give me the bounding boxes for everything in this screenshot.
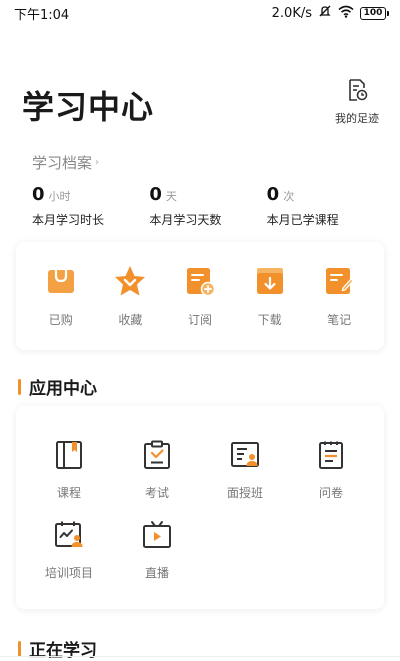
- stat-value: 0: [149, 184, 162, 205]
- quick-label: 已购: [48, 312, 73, 327]
- app-item-survey[interactable]: 问卷: [290, 440, 372, 501]
- quick-item-purchased[interactable]: 已购: [31, 265, 91, 328]
- archive-title-link[interactable]: 学习档案 ›: [32, 152, 99, 173]
- app-center-card: 课程 考试 面授班 问卷 培训项目 直播: [16, 406, 384, 609]
- status-bar: 下午1:04 2.0K/s 100: [0, 0, 400, 26]
- live-tv-icon: [142, 520, 172, 554]
- chevron-right-icon: ›: [95, 157, 100, 168]
- section-title: 正在学习: [29, 641, 97, 661]
- stat-unit: 天: [165, 190, 177, 203]
- status-time: 下午1:04: [14, 7, 70, 23]
- exam-icon: [143, 440, 171, 474]
- app-item-exam[interactable]: 考试: [116, 440, 198, 501]
- bottom-divider: [0, 656, 400, 657]
- learning-now-header: 正在学习: [18, 636, 97, 661]
- section-accent-bar: [18, 378, 21, 395]
- app-item-training[interactable]: 培训项目: [28, 520, 110, 581]
- survey-icon: [317, 440, 345, 474]
- archive-title: 学习档案: [32, 154, 93, 172]
- wifi-icon: [338, 5, 354, 22]
- status-icons: 2.0K/s 100: [271, 4, 389, 22]
- app-label: 培训项目: [44, 566, 93, 580]
- section-accent-bar: [18, 640, 21, 657]
- quick-actions-card: 已购 收藏 订阅 下载 笔记: [16, 242, 384, 350]
- archive-stats: 0 小时 本月学习时长 0 天 本月学习天数 0 次 本月已学课程: [32, 184, 384, 228]
- quick-item-download[interactable]: 下载: [240, 265, 300, 328]
- quick-item-subscribe[interactable]: 订阅: [170, 265, 230, 328]
- section-title: 应用中心: [29, 379, 97, 399]
- page-title: 学习中心: [22, 88, 155, 126]
- header: 学习中心 我的足迹: [0, 70, 400, 130]
- training-icon: [54, 520, 84, 554]
- stat-label: 本月学习时长: [32, 213, 105, 227]
- footprint-icon: [346, 78, 368, 106]
- footprint-button[interactable]: 我的足迹: [332, 78, 382, 126]
- stat-study-hours: 0 小时 本月学习时长: [32, 184, 149, 228]
- classroom-icon: [230, 440, 260, 474]
- battery-icon: 100: [360, 6, 389, 20]
- quick-label: 收藏: [118, 312, 143, 327]
- footprint-label: 我的足迹: [335, 112, 379, 125]
- stat-unit: 小时: [48, 190, 71, 203]
- app-item-classroom[interactable]: 面授班: [204, 440, 286, 501]
- quick-label: 订阅: [187, 312, 212, 327]
- book-icon: [55, 440, 83, 474]
- stat-label: 本月已学课程: [266, 213, 339, 227]
- app-center-header: 应用中心: [18, 374, 97, 399]
- mute-icon: [318, 4, 332, 22]
- stat-value: 0: [266, 184, 280, 205]
- quick-label: 笔记: [327, 312, 352, 327]
- app-item-live[interactable]: 直播: [116, 520, 198, 581]
- app-label: 直播: [144, 566, 169, 580]
- star-icon: [113, 265, 147, 301]
- stat-unit: 次: [283, 190, 295, 203]
- app-label: 面授班: [226, 486, 263, 500]
- quick-item-notes[interactable]: 笔记: [309, 265, 369, 328]
- net-speed: 2.0K/s: [271, 5, 312, 21]
- stat-value: 0: [32, 184, 45, 205]
- download-icon: [254, 265, 286, 301]
- subscribe-icon: [184, 265, 216, 301]
- stat-study-days: 0 天 本月学习天数: [149, 184, 266, 228]
- app-label: 考试: [144, 486, 169, 500]
- note-icon: [323, 265, 355, 301]
- quick-label: 下载: [257, 312, 282, 327]
- stat-label: 本月学习天数: [149, 213, 222, 227]
- app-item-course[interactable]: 课程: [28, 440, 110, 501]
- stat-courses: 0 次 本月已学课程: [267, 184, 384, 228]
- app-label: 问卷: [318, 486, 343, 500]
- quick-item-favorites[interactable]: 收藏: [100, 265, 160, 328]
- bag-icon: [45, 265, 77, 301]
- app-label: 课程: [56, 486, 81, 500]
